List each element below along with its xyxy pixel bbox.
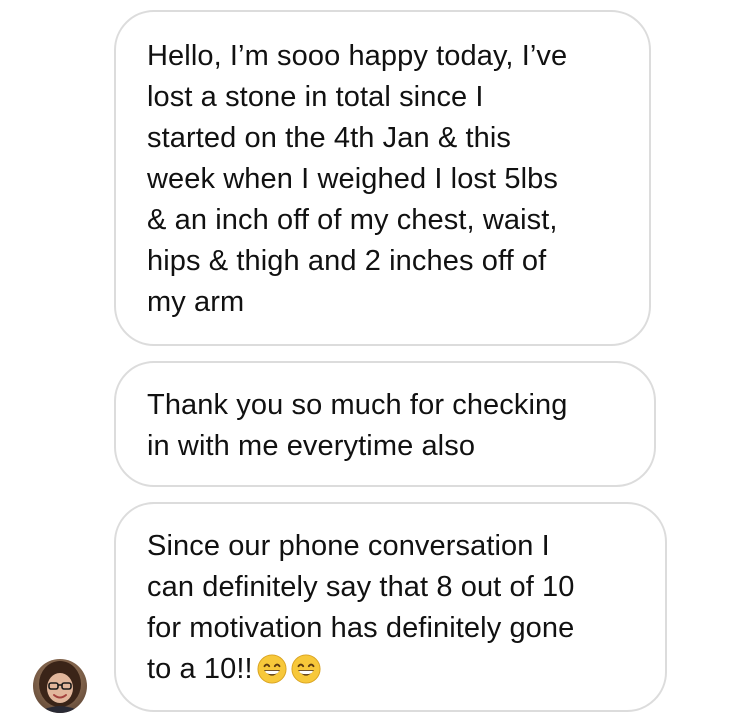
grinning-face-with-smiling-eyes-icon [257, 654, 287, 684]
user-avatar-photo [33, 659, 87, 713]
message-text: Thank you so much for checking in with m… [147, 389, 568, 462]
message-bubble[interactable]: Since our phone conversation I can defin… [114, 502, 667, 712]
message-text: Hello, I’m sooo happy today, I’ve lost a… [147, 40, 568, 318]
message-bubble[interactable]: Hello, I’m sooo happy today, I’ve lost a… [114, 10, 651, 346]
grinning-face-with-smiling-eyes-icon [291, 654, 321, 684]
message-bubble[interactable]: Thank you so much for checking in with m… [114, 361, 656, 487]
avatar[interactable] [33, 659, 87, 713]
message-thread: Hello, I’m sooo happy today, I’ve lost a… [0, 0, 738, 718]
message-body: Since our phone conversation I can defin… [147, 526, 645, 690]
message-text: Since our phone conversation I can defin… [147, 530, 575, 685]
